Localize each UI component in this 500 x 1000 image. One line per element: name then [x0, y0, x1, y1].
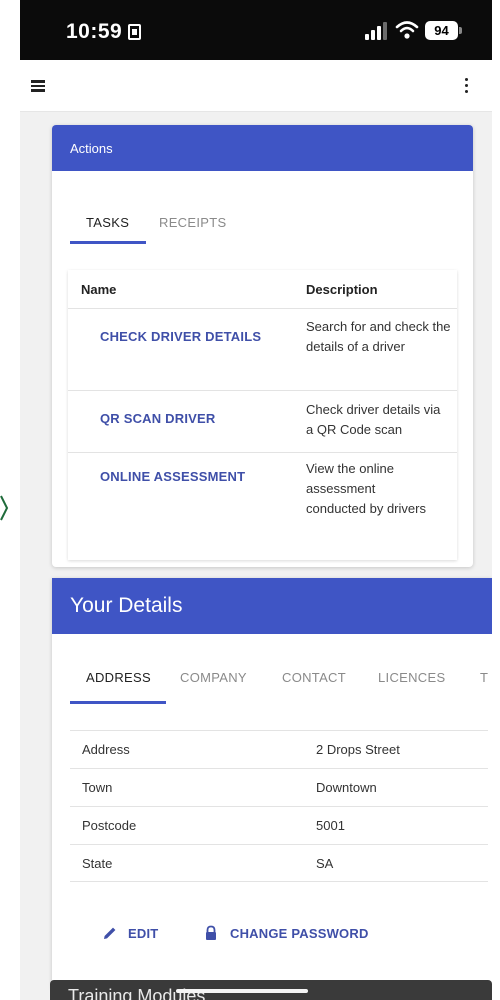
column-header-name: Name [81, 282, 117, 297]
table-row: QR SCAN DRIVER Check driver details via … [68, 390, 457, 452]
tab-contact[interactable]: CONTACT [282, 670, 346, 685]
table-row: CHECK DRIVER DETAILS Search for and chec… [68, 308, 457, 390]
detail-value: Downtown [316, 780, 377, 795]
lock-icon [206, 925, 216, 940]
check-driver-details-link[interactable]: CHECK DRIVER DETAILS [100, 329, 261, 344]
detail-row-town: Town Downtown [70, 768, 488, 806]
actions-tabs: TASKS RECEIPTS [52, 197, 473, 247]
task-description: Check driver details via a QR Code scan [306, 402, 441, 437]
change-password-button[interactable]: CHANGE PASSWORD [204, 920, 384, 948]
your-details-card: Your Details ADDRESS COMPANY CONTACT LIC… [52, 578, 492, 988]
side-chevron-marker [0, 495, 9, 521]
qr-scan-driver-link[interactable]: QR SCAN DRIVER [100, 411, 215, 426]
task-description: Search for and check the details of a dr… [306, 319, 451, 354]
column-header-description: Description [306, 282, 378, 297]
actions-card: Actions TASKS RECEIPTS Name Description … [52, 125, 473, 567]
tab-overflow[interactable]: T [480, 670, 488, 685]
wifi-icon [395, 21, 419, 39]
detail-value: 5001 [316, 818, 345, 833]
task-description: View the online assessment conducted by … [306, 461, 426, 516]
hamburger-menu-icon[interactable] [31, 80, 45, 92]
more-options-icon[interactable] [464, 78, 470, 94]
home-indicator [176, 989, 308, 993]
pencil-icon [104, 927, 116, 939]
detail-value: 2 Drops Street [316, 742, 400, 757]
phone-screen: 10:59 94 Actions TASKS RECEIPTS Name Des… [20, 0, 492, 1000]
edit-button[interactable]: EDIT [102, 920, 186, 948]
tab-company[interactable]: COMPANY [180, 670, 247, 685]
details-tabs: ADDRESS COMPANY CONTACT LICENCES T [52, 660, 492, 710]
your-details-header: Your Details [52, 578, 492, 634]
edit-label: EDIT [128, 926, 159, 941]
actions-header: Actions [52, 125, 473, 171]
detail-row-address: Address 2 Drops Street [70, 730, 488, 768]
detail-value: SA [316, 856, 334, 871]
tasks-tab-indicator [70, 241, 146, 244]
status-bar: 10:59 94 [20, 0, 492, 60]
notification-icon [128, 24, 141, 40]
detail-label: State [82, 856, 113, 871]
detail-label: Address [82, 742, 130, 757]
status-time: 10:59 [66, 20, 123, 43]
tab-receipts[interactable]: RECEIPTS [159, 215, 226, 230]
app-top-bar [20, 60, 492, 112]
detail-label: Postcode [82, 818, 137, 833]
table-row: ONLINE ASSESSMENT View the online assess… [68, 452, 457, 552]
cellular-signal-icon [365, 22, 389, 40]
address-tab-indicator [70, 701, 166, 704]
detail-row-state: State SA [70, 844, 488, 882]
battery-icon: 94 [425, 21, 462, 40]
detail-row-postcode: Postcode 5001 [70, 806, 488, 844]
online-assessment-link[interactable]: ONLINE ASSESSMENT [100, 469, 245, 484]
detail-label: Town [82, 780, 113, 795]
tasks-table: Name Description CHECK DRIVER DETAILS Se… [68, 270, 457, 560]
tab-tasks[interactable]: TASKS [86, 215, 129, 230]
tab-address[interactable]: ADDRESS [86, 670, 151, 685]
change-password-label: CHANGE PASSWORD [230, 926, 369, 941]
tab-licences[interactable]: LICENCES [378, 670, 445, 685]
